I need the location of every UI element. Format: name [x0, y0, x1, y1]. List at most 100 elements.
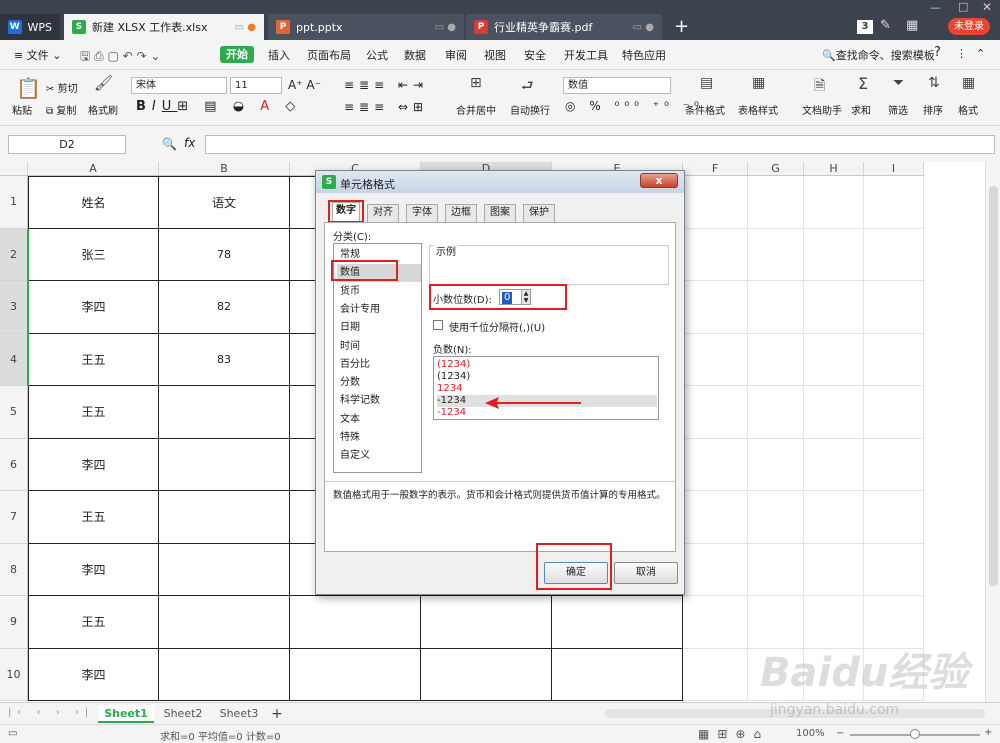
- tab-data[interactable]: 数据: [404, 47, 426, 63]
- category-item[interactable]: 时间: [337, 338, 421, 356]
- cell-i4[interactable]: [864, 333, 924, 386]
- cell-b10[interactable]: [159, 648, 290, 701]
- category-item[interactable]: 特殊: [337, 429, 421, 447]
- more-icon[interactable]: ⋮: [956, 47, 967, 60]
- dialog-tab-alignment[interactable]: 对齐: [367, 204, 399, 222]
- tab-menu-icon[interactable]: ▭ ●: [435, 22, 456, 33]
- cell-h2[interactable]: [804, 228, 864, 281]
- category-item[interactable]: 常规: [337, 246, 421, 264]
- dialog-title-bar[interactable]: S 单元格格式 x: [316, 171, 684, 193]
- category-item[interactable]: 货币: [337, 283, 421, 301]
- tab-view[interactable]: 视图: [484, 47, 506, 63]
- filter-button[interactable]: 筛选: [888, 102, 908, 117]
- cell-f8[interactable]: [683, 543, 748, 596]
- format-painter-icon[interactable]: 🖌: [94, 74, 113, 92]
- vertical-scroll-thumb[interactable]: [989, 186, 998, 586]
- cell-g2[interactable]: [748, 228, 804, 281]
- table-style-icon[interactable]: ▦: [752, 75, 765, 91]
- cell-c9[interactable]: [290, 596, 421, 649]
- tab-formula[interactable]: 公式: [366, 47, 388, 63]
- tab-insert[interactable]: 插入: [268, 47, 290, 63]
- cell-g7[interactable]: [748, 491, 804, 544]
- conditional-format-icon[interactable]: ▤: [700, 75, 713, 91]
- dialog-close-button[interactable]: x: [640, 173, 678, 188]
- category-item[interactable]: 文本: [337, 411, 421, 429]
- cell-h3[interactable]: [804, 281, 864, 334]
- decimal-places-spinner[interactable]: 0 ▲ ▼: [499, 289, 531, 305]
- cell-a10[interactable]: 李四: [28, 648, 159, 701]
- tab-page-layout[interactable]: 页面布局: [307, 47, 351, 63]
- negative-format-option[interactable]: (1234): [437, 371, 657, 383]
- doc-helper-icon[interactable]: 🗎: [814, 75, 825, 99]
- view-mode-icons[interactable]: ▦⊞⊕⌂: [698, 727, 769, 741]
- tab-menu-icon[interactable]: ▭ ●: [633, 22, 654, 33]
- cell-f3[interactable]: [683, 281, 748, 334]
- cell-a3[interactable]: 李四: [28, 281, 159, 334]
- zoom-out-icon[interactable]: −: [836, 728, 844, 739]
- column-header-g[interactable]: G: [748, 162, 804, 176]
- cell-b2[interactable]: 78: [159, 228, 290, 281]
- cell-b8[interactable]: [159, 543, 290, 596]
- cell-a5[interactable]: 王五: [28, 386, 159, 439]
- tab-pptx[interactable]: P ppt.pptx ▭ ●: [268, 14, 464, 40]
- command-search[interactable]: 🔍查找命令、搜索模板: [822, 47, 935, 63]
- formula-input[interactable]: [205, 135, 995, 154]
- tab-start[interactable]: 开始: [220, 46, 254, 63]
- row-header-1[interactable]: 1: [0, 176, 28, 229]
- row-header-7[interactable]: 7: [0, 491, 28, 544]
- category-item[interactable]: 会计专用: [337, 301, 421, 319]
- dialog-tab-border[interactable]: 边框: [445, 204, 477, 222]
- cell-b1[interactable]: 语文: [159, 176, 290, 229]
- row-header-4[interactable]: 4: [0, 333, 28, 386]
- column-header-a[interactable]: A: [28, 162, 159, 176]
- align-horizontal-icons[interactable]: ≡≣≡ ⇔⊞: [344, 100, 428, 114]
- file-menu[interactable]: ≡ 文件 ⌄: [14, 47, 61, 63]
- format-painter-button[interactable]: 格式刷: [88, 102, 118, 117]
- cell-g5[interactable]: [748, 386, 804, 439]
- close-window-icon[interactable]: ✕: [982, 0, 992, 14]
- help-icon[interactable]: ?: [934, 45, 941, 60]
- cell-h1[interactable]: [804, 176, 864, 229]
- column-header-b[interactable]: B: [159, 162, 290, 176]
- tab-security[interactable]: 安全: [524, 47, 546, 63]
- tab-developer[interactable]: 开发工具: [564, 47, 608, 63]
- cut-button[interactable]: ✂ 剪切: [46, 80, 78, 95]
- cell-g1[interactable]: [748, 176, 804, 229]
- new-tab-plus-icon[interactable]: +: [674, 16, 689, 37]
- merge-icon[interactable]: ⊞: [470, 75, 482, 91]
- sort-button[interactable]: 排序: [923, 102, 943, 117]
- negative-format-option[interactable]: 1234: [437, 383, 657, 395]
- font-family-select[interactable]: 宋体: [131, 77, 227, 94]
- cell-f9[interactable]: [683, 596, 748, 649]
- minimize-icon[interactable]: —: [930, 1, 941, 14]
- cell-g6[interactable]: [748, 438, 804, 491]
- sheet-tab-3[interactable]: Sheet3: [212, 705, 266, 723]
- format-button[interactable]: 格式: [958, 102, 978, 117]
- cell-h5[interactable]: [804, 386, 864, 439]
- collapse-ribbon-icon[interactable]: ⌃: [976, 47, 985, 60]
- sort-icon[interactable]: ⇅: [928, 75, 940, 91]
- cell-f5[interactable]: [683, 386, 748, 439]
- number-format-select[interactable]: 数值: [563, 77, 671, 94]
- sheet-nav-icons[interactable]: |‹ ‹ › ›|: [8, 707, 94, 718]
- cell-b6[interactable]: [159, 438, 290, 491]
- cell-e10[interactable]: [552, 648, 683, 701]
- category-item[interactable]: 百分比: [337, 356, 421, 374]
- cell-i5[interactable]: [864, 386, 924, 439]
- format-icon[interactable]: ▦: [962, 75, 975, 91]
- cell-i1[interactable]: [864, 176, 924, 229]
- add-sheet-icon[interactable]: +: [270, 705, 284, 723]
- cell-g4[interactable]: [748, 333, 804, 386]
- paste-icon[interactable]: 📋: [16, 76, 41, 100]
- align-vertical-icons[interactable]: ≡≣≡ ⇤⇥: [344, 78, 428, 92]
- doc-helper-button[interactable]: 文档助手: [802, 102, 842, 117]
- tab-xlsx[interactable]: S 新建 XLSX 工作表.xlsx ▭ ●: [64, 14, 264, 40]
- sheet-tab-1[interactable]: Sheet1: [98, 705, 154, 723]
- sum-icon[interactable]: Σ: [858, 74, 868, 93]
- name-box[interactable]: D2: [8, 135, 126, 154]
- cell-i2[interactable]: [864, 228, 924, 281]
- row-header-6[interactable]: 6: [0, 438, 28, 491]
- select-all-corner[interactable]: [0, 162, 28, 176]
- cell-i7[interactable]: [864, 491, 924, 544]
- category-item[interactable]: 数值: [337, 264, 421, 283]
